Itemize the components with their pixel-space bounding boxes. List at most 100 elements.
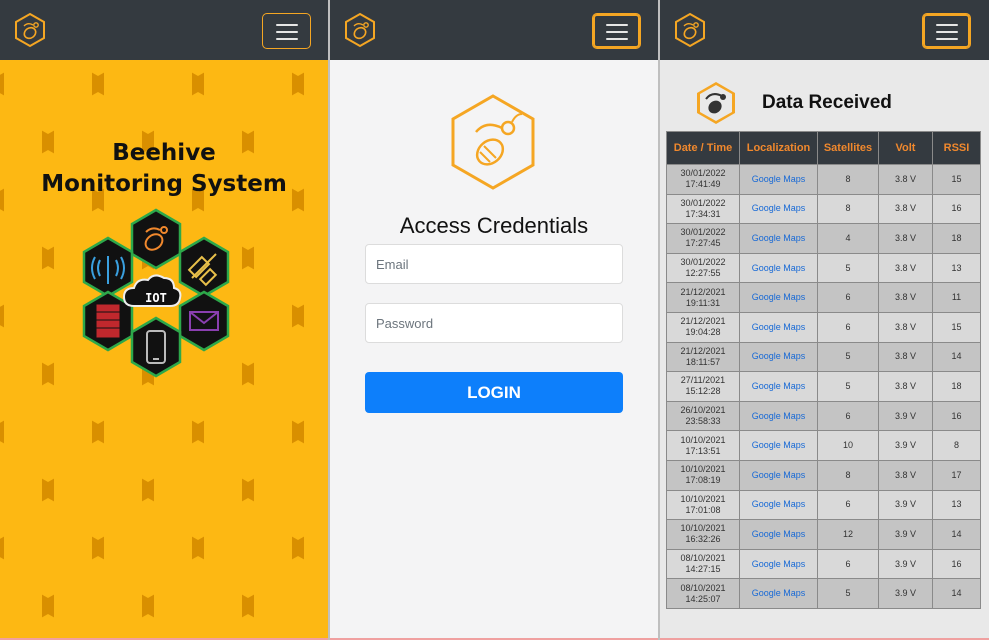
google-maps-link[interactable]: Google Maps xyxy=(752,588,806,598)
hamburger-line xyxy=(606,31,628,33)
datetime-cell: 10/10/2021 17:13:51 xyxy=(666,430,740,461)
bee-hex-icon[interactable] xyxy=(12,12,48,48)
localization-cell: Google Maps xyxy=(739,252,818,284)
localization-cell: Google Maps xyxy=(739,164,818,195)
menu-toggle-button[interactable] xyxy=(262,13,311,49)
datetime-cell: 10/10/2021 17:08:19 xyxy=(666,459,740,491)
login-title: Access Credentials xyxy=(399,213,589,238)
time-text: 14:27:15 xyxy=(685,564,721,575)
phone-hex-tile xyxy=(130,316,182,378)
column-header-volt[interactable]: Volt xyxy=(878,131,933,165)
table-row: 30/01/2022 17:34:31 Google Maps 8 3.8 V 16 xyxy=(666,193,981,225)
time-text: 17:34:31 xyxy=(685,208,721,219)
table-row: 08/10/2021 14:27:15 Google Maps 6 3.9 V 16 xyxy=(666,548,981,580)
bee-hex-icon[interactable] xyxy=(672,12,708,48)
table-row: 26/10/2021 23:58:33 Google Maps 6 3.9 V 16 xyxy=(666,400,981,432)
date-text: 21/12/2021 xyxy=(680,286,726,297)
table-row: 10/10/2021 17:13:51 Google Maps 10 3.9 V8 xyxy=(666,430,981,461)
volt-cell: 3.9 V xyxy=(878,548,933,580)
table-row: 21/12/2021 19:04:28 Google Maps 6 3.8 V 15 xyxy=(666,311,981,343)
table-row: 21/12/2021 18:11:57 Google Maps 5 3.8 V 14 xyxy=(666,341,981,373)
time-text: 17:08:19 xyxy=(685,475,721,486)
password-field[interactable] xyxy=(365,303,623,343)
localization-cell: Google Maps xyxy=(739,341,818,373)
volt-cell: 3.9 V xyxy=(878,400,933,432)
satellites-cell: 5 xyxy=(817,341,879,373)
table-row: 30/01/2022 17:41:49 Google Maps 8 3.8 V 15 xyxy=(666,164,981,195)
iot-label: IOT xyxy=(145,291,167,305)
bee-logo-icon xyxy=(451,94,535,190)
google-maps-link[interactable]: Google Maps xyxy=(752,381,806,391)
rssi-cell: 8 xyxy=(932,430,981,461)
hamburger-icon xyxy=(276,24,298,26)
column-header-localization[interactable]: Localization xyxy=(739,131,818,165)
hamburger-line xyxy=(936,38,958,40)
time-text: 19:11:31 xyxy=(685,297,721,308)
google-maps-link[interactable]: Google Maps xyxy=(752,470,806,480)
menu-toggle-button[interactable] xyxy=(922,13,971,49)
rssi-cell: 14 xyxy=(932,578,981,609)
table-row: 27/11/2021 15:12:28 Google Maps 5 3.8 V 18 xyxy=(666,371,981,402)
date-text: 27/11/2021 xyxy=(680,375,726,386)
bee-hex-tile xyxy=(130,208,182,270)
date-text: 08/10/2021 xyxy=(680,553,726,564)
google-maps-link[interactable]: Google Maps xyxy=(752,529,806,539)
table-row: 08/10/2021 14:25:07 Google Maps 5 3.9 V 14 xyxy=(666,578,981,609)
date-text: 26/10/2021 xyxy=(680,405,726,416)
datetime-cell: 30/01/2022 17:27:45 xyxy=(666,223,740,254)
bee-hex-icon[interactable] xyxy=(342,12,378,48)
volt-cell: 3.9 V xyxy=(878,578,933,609)
rssi-cell: 14 xyxy=(932,519,981,550)
volt-cell: 3.9 V xyxy=(878,519,933,550)
page-title: Beehive Monitoring System xyxy=(0,138,328,200)
google-maps-link[interactable]: Google Maps xyxy=(752,499,806,509)
date-text: 30/01/2022 xyxy=(680,168,726,179)
menu-toggle-button[interactable] xyxy=(592,13,641,49)
google-maps-link[interactable]: Google Maps xyxy=(752,440,806,450)
date-text: 08/10/2021 xyxy=(680,582,726,593)
page-title: Data Received xyxy=(762,92,892,113)
column-header-rssi[interactable]: RSSI xyxy=(932,131,981,165)
google-maps-link[interactable]: Google Maps xyxy=(752,203,806,213)
satellites-cell: 4 xyxy=(817,223,879,254)
satellites-cell: 6 xyxy=(817,548,879,580)
hamburger-icon xyxy=(606,24,628,26)
localization-cell: Google Maps xyxy=(739,400,818,432)
login-button[interactable]: LOGIN xyxy=(365,372,623,413)
column-header-datetime[interactable]: Date / Time xyxy=(666,131,740,165)
time-text: 18:11:57 xyxy=(685,356,721,367)
satellites-cell: 6 xyxy=(817,311,879,343)
login-screen: Access Credentials LOGIN xyxy=(330,0,658,640)
table-row: 10/10/2021 17:01:08 Google Maps 6 3.9 V 13 xyxy=(666,489,981,521)
localization-cell: Google Maps xyxy=(739,578,818,609)
localization-cell: Google Maps xyxy=(739,548,818,580)
localization-cell: Google Maps xyxy=(739,193,818,225)
table-row: 10/10/2021 16:32:26 Google Maps 12 3.9 V 14 xyxy=(666,519,981,550)
google-maps-link[interactable]: Google Maps xyxy=(752,292,806,302)
email-field[interactable] xyxy=(365,244,623,284)
table-row: 30/01/2022 17:27:45 Google Maps 4 3.8 V 18 xyxy=(666,223,981,254)
google-maps-link[interactable]: Google Maps xyxy=(752,411,806,421)
time-text: 12:27:55 xyxy=(685,268,721,279)
google-maps-link[interactable]: Google Maps xyxy=(752,322,806,332)
column-header-satellites[interactable]: Satellites xyxy=(817,131,879,165)
google-maps-link[interactable]: Google Maps xyxy=(752,233,806,243)
date-text: 30/01/2022 xyxy=(680,227,726,238)
table-row: 10/10/2021 17:08:19 Google Maps 8 3.8 V 17 xyxy=(666,459,981,491)
time-text: 14:25:07 xyxy=(685,593,721,604)
google-maps-link[interactable]: Google Maps xyxy=(752,351,806,361)
volt-cell: 3.8 V xyxy=(878,341,933,373)
localization-cell: Google Maps xyxy=(739,282,818,313)
satellites-cell: 6 xyxy=(817,400,879,432)
table-body: 30/01/2022 17:41:49 Google Maps 8 3.8 V 15 30/… xyxy=(666,164,981,609)
iot-cluster-graphic: IOT xyxy=(82,208,230,378)
volt-cell: 3.8 V xyxy=(878,459,933,491)
google-maps-link[interactable]: Google Maps xyxy=(752,174,806,184)
volt-cell: 3.9 V xyxy=(878,489,933,521)
google-maps-link[interactable]: Google Maps xyxy=(752,263,806,273)
google-maps-link[interactable]: Google Maps xyxy=(752,559,806,569)
table-header-row: Date / Time Localization Satellites Volt… xyxy=(666,131,981,165)
navbar xyxy=(0,0,328,60)
satellites-cell: 8 xyxy=(817,193,879,225)
rssi-cell: 16 xyxy=(932,548,981,580)
